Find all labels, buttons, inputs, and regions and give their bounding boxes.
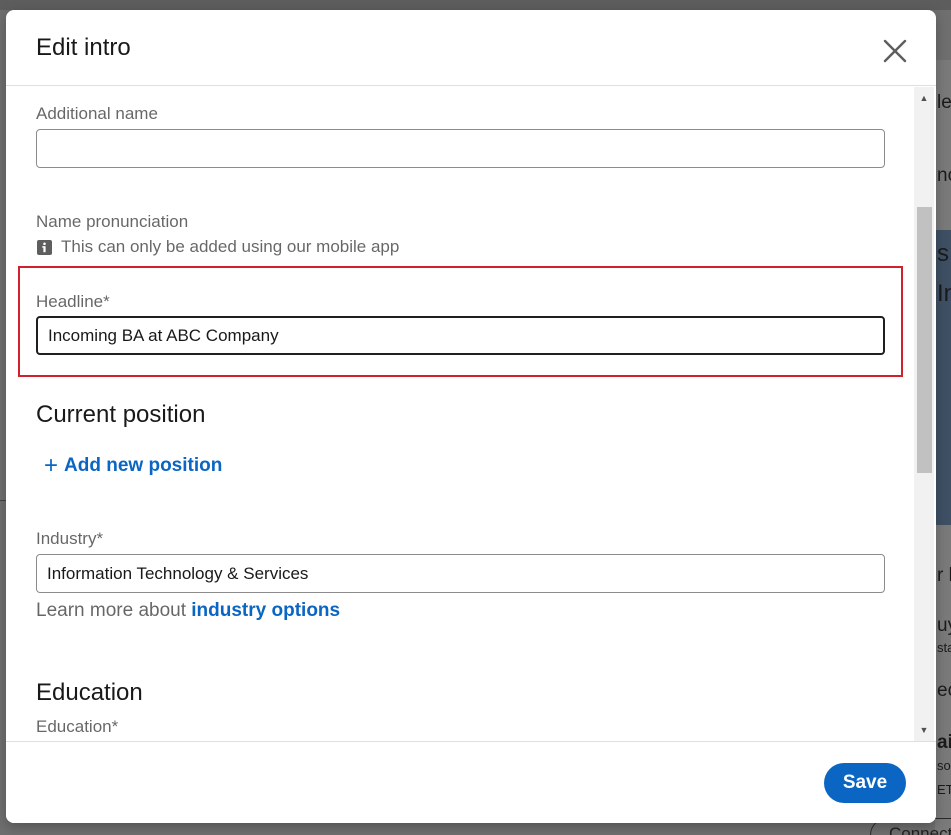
modal-body[interactable]: Additional name Name pronunciation This … — [6, 87, 936, 741]
backdrop-text-fragment: r k — [937, 565, 951, 586]
industry-options-link[interactable]: industry options — [191, 600, 340, 621]
modal-header: Edit intro — [6, 10, 936, 86]
headline-input[interactable] — [36, 316, 885, 355]
save-button[interactable]: Save — [824, 763, 906, 803]
add-new-position-button[interactable]: + Add new position — [44, 454, 222, 478]
learn-more-prefix: Learn more about — [36, 600, 192, 621]
backdrop-text-fragment: s — [937, 240, 949, 267]
additional-name-label: Additional name — [36, 104, 158, 123]
info-icon — [37, 239, 52, 255]
backdrop-text-fragment: le — [937, 92, 951, 113]
info-text: This can only be added using our mobile … — [61, 237, 400, 256]
close-icon — [883, 39, 907, 63]
backdrop-top-nav — [0, 0, 951, 10]
additional-name-input[interactable] — [36, 129, 885, 168]
industry-label: Industry* — [36, 529, 104, 548]
education-title: Education — [36, 679, 143, 706]
modal-footer: Save — [6, 741, 936, 823]
industry-learn-more: Learn more about industry options — [36, 600, 340, 622]
backdrop-right-image — [935, 230, 951, 525]
close-button[interactable] — [878, 34, 912, 68]
backdrop-text-fragment: sta — [937, 640, 951, 655]
scroll-up-icon[interactable]: ▲ — [914, 89, 934, 107]
edit-intro-modal: Edit intro Additional name Name pronunci… — [6, 10, 936, 823]
backdrop-text-fragment: ec — [937, 680, 951, 701]
backdrop-text-fragment: nc — [937, 165, 951, 186]
backdrop-text-fragment: so — [937, 758, 951, 773]
education-label: Education* — [36, 717, 119, 736]
scroll-thumb[interactable] — [917, 207, 932, 473]
name-pronunciation-info: This can only be added using our mobile … — [36, 237, 399, 257]
scroll-down-icon[interactable]: ▼ — [914, 721, 934, 739]
backdrop-text-fragment: ai — [937, 732, 951, 753]
current-position-title: Current position — [36, 401, 206, 428]
modal-title: Edit intro — [36, 34, 131, 61]
industry-input[interactable] — [36, 554, 885, 593]
name-pronunciation-label: Name pronunciation — [36, 212, 189, 231]
add-new-position-label: Add new position — [64, 455, 223, 476]
plus-icon: + — [44, 452, 59, 479]
backdrop-text-fragment: In — [937, 280, 951, 307]
headline-label: Headline* — [36, 292, 110, 311]
backdrop-text-fragment: ET — [937, 782, 951, 797]
backdrop-text-fragment: uy — [937, 615, 951, 636]
modal-scrollbar[interactable]: ▲ ▼ — [914, 87, 934, 741]
